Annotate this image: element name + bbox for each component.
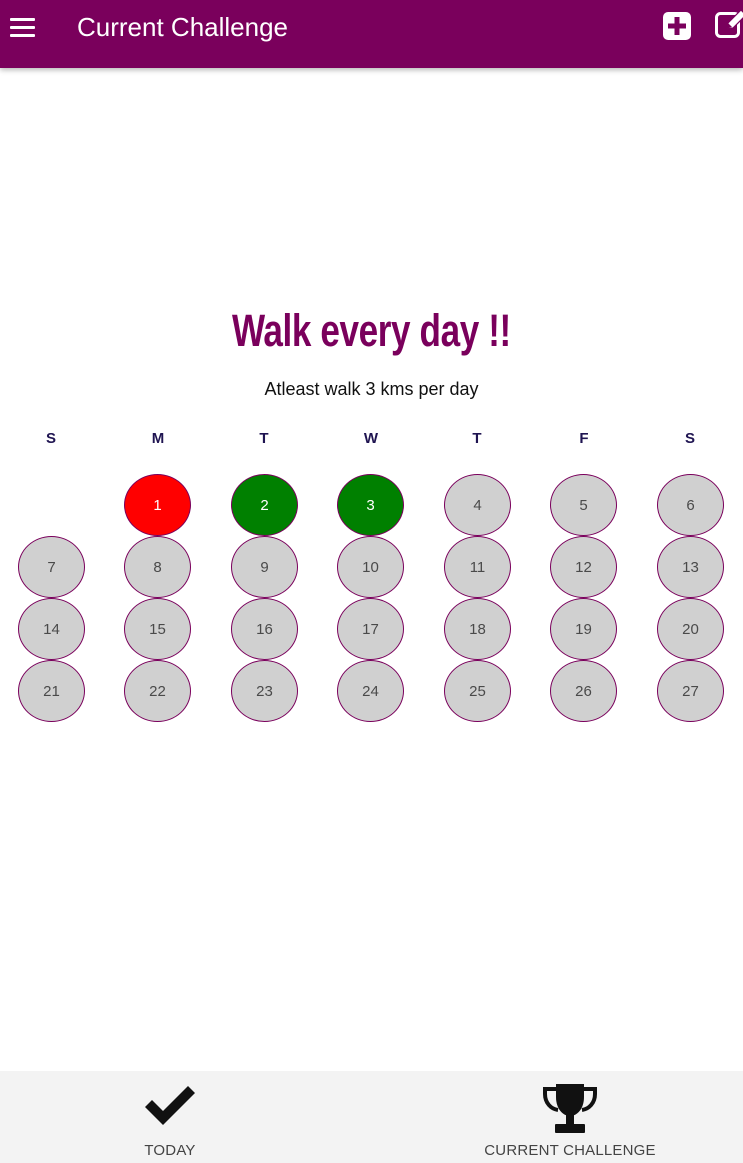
challenge-calendar: 1 2 3 4 5 6 7 8 9 10 11 12 13 14 15 16 1… xyxy=(0,0,743,1163)
calendar-day[interactable]: 2 xyxy=(231,474,298,536)
challenge-subtitle: Atleast walk 3 kms per day xyxy=(264,379,479,399)
weekday-label: F xyxy=(579,430,589,447)
nav-current-challenge[interactable]: CURRENT CHALLENGE xyxy=(470,1071,670,1163)
calendar-day[interactable]: 1 xyxy=(124,474,191,536)
bottom-navigation: TODAY CURRENT CHALLENGE xyxy=(0,1071,743,1163)
calendar-day[interactable]: 13 xyxy=(657,536,724,598)
calendar-day[interactable]: 3 xyxy=(337,474,404,536)
calendar-day[interactable]: 8 xyxy=(124,536,191,598)
calendar-day[interactable]: 19 xyxy=(550,598,617,660)
challenge-title: Walk every day !! xyxy=(231,305,511,356)
calendar-day[interactable]: 22 xyxy=(124,660,191,722)
calendar-day[interactable]: 7 xyxy=(18,536,85,598)
nav-today[interactable]: TODAY xyxy=(70,1071,270,1163)
app-bar: Current Challenge xyxy=(0,0,743,68)
calendar-day[interactable]: 20 xyxy=(657,598,724,660)
calendar-day[interactable]: 26 xyxy=(550,660,617,722)
weekday-label: S xyxy=(684,430,695,447)
page-title: Current Challenge xyxy=(77,12,289,42)
weekday-label: T xyxy=(259,430,269,447)
calendar-day[interactable]: 25 xyxy=(444,660,511,722)
nav-label-current-challenge: CURRENT CHALLENGE xyxy=(484,1142,656,1159)
calendar-day[interactable]: 10 xyxy=(337,536,404,598)
calendar-day[interactable]: 24 xyxy=(337,660,404,722)
calendar-day[interactable]: 4 xyxy=(444,474,511,536)
hamburger-menu-icon[interactable] xyxy=(4,8,40,46)
app-screen: Current Challenge Walk every day !! Atle… xyxy=(0,0,743,1163)
weekday-label: W xyxy=(363,430,379,447)
calendar-day[interactable]: 5 xyxy=(550,474,617,536)
calendar-day[interactable]: 15 xyxy=(124,598,191,660)
edit-square-icon[interactable] xyxy=(714,10,743,40)
weekday-header: S M T W T F S xyxy=(0,430,743,452)
calendar-day[interactable]: 9 xyxy=(231,536,298,598)
plus-square-icon[interactable] xyxy=(662,11,692,41)
nav-label-today: TODAY xyxy=(144,1142,196,1159)
calendar-day[interactable]: 21 xyxy=(18,660,85,722)
checkmark-icon xyxy=(141,1083,199,1134)
calendar-day[interactable]: 16 xyxy=(231,598,298,660)
weekday-label: M xyxy=(151,430,165,447)
weekday-label: T xyxy=(472,430,482,447)
trophy-icon xyxy=(541,1083,599,1140)
calendar-day[interactable]: 12 xyxy=(550,536,617,598)
weekday-label: S xyxy=(45,430,56,447)
calendar-day[interactable]: 23 xyxy=(231,660,298,722)
calendar-day[interactable]: 18 xyxy=(444,598,511,660)
calendar-day[interactable]: 17 xyxy=(337,598,404,660)
calendar-day[interactable]: 14 xyxy=(18,598,85,660)
calendar-day[interactable]: 27 xyxy=(657,660,724,722)
calendar-day[interactable]: 6 xyxy=(657,474,724,536)
calendar-day[interactable]: 11 xyxy=(444,536,511,598)
